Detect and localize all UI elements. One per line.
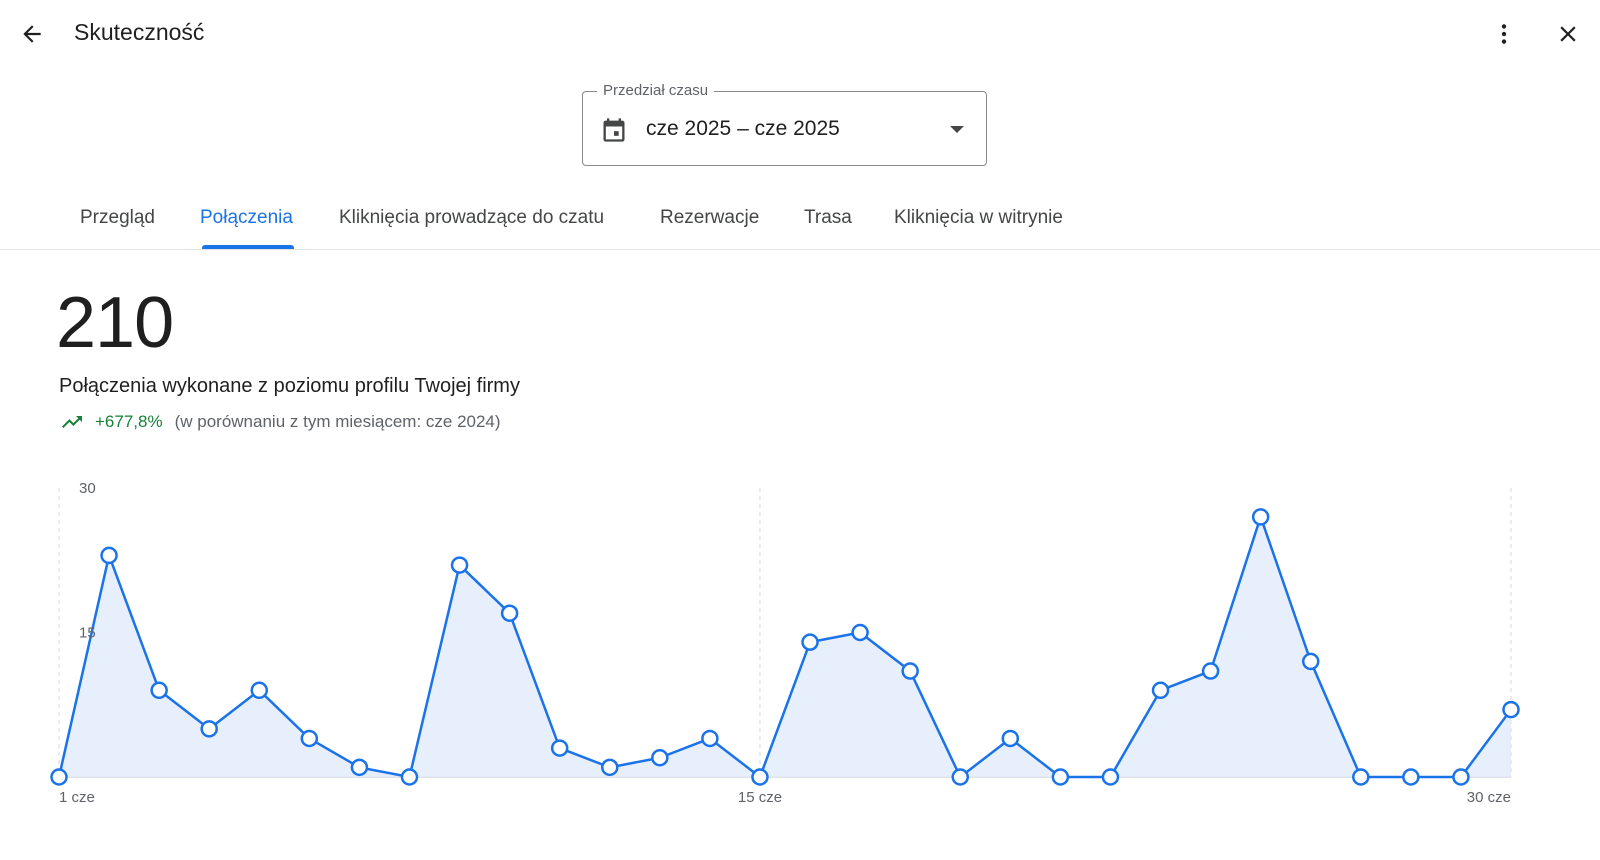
data-point (250, 681, 269, 700)
x-tick-label: 30 cze (1467, 789, 1511, 806)
active-tab-indicator (202, 245, 294, 249)
date-range-value: cze 2025 – cze 2025 (646, 117, 840, 140)
data-point (200, 720, 218, 738)
data-point (951, 768, 969, 786)
data-point (701, 729, 719, 748)
page-title: Skuteczność (74, 19, 205, 45)
trend-row: +677,8% (w porównaniu z tym miesiącem: c… (59, 410, 501, 434)
data-point (1201, 662, 1220, 680)
more-vert-icon (1501, 24, 1507, 44)
data-point (400, 768, 419, 786)
x-tick-label: 1 cze (59, 789, 95, 806)
tab-polaczenia[interactable]: Połączenia (200, 207, 293, 229)
data-point (150, 681, 168, 700)
tab-trasa[interactable]: Trasa (804, 207, 852, 229)
data-point (100, 546, 118, 565)
data-point (1051, 768, 1070, 786)
data-point (901, 662, 919, 680)
series-area (59, 516, 1511, 777)
back-button[interactable] (10, 12, 54, 56)
tab-klikniecia-witryna[interactable]: Kliknięcia w witrynie (894, 207, 1063, 229)
y-tick-label: 15 (79, 625, 96, 642)
data-point (1101, 768, 1120, 786)
data-point (1502, 700, 1520, 719)
data-point (801, 633, 819, 651)
calls-area-chart: 30 15 1 cze 15 cze 30 cze (50, 480, 1520, 806)
trend-comparison: (w porównaniu z tym miesiącem: cze 2024) (174, 412, 501, 431)
data-point (1001, 729, 1020, 748)
close-button[interactable] (1546, 12, 1590, 56)
x-tick-label: 15 cze (738, 789, 782, 806)
data-point (601, 758, 619, 777)
date-range-select[interactable]: Przedział czasu cze 2025 – cze 2025 (582, 82, 987, 166)
tab-bar: Przegląd Połączenia Kliknięcia prowadząc… (0, 190, 1600, 250)
data-point (450, 556, 469, 574)
arrow-drop-down-icon (950, 126, 964, 133)
data-point (550, 739, 569, 757)
tab-przeglad[interactable]: Przegląd (80, 207, 155, 229)
y-tick-label: 30 (79, 480, 96, 497)
data-point (1151, 681, 1170, 700)
metric-description: Połączenia wykonane z poziomu profilu Tw… (59, 375, 520, 397)
data-point (300, 729, 319, 748)
data-point (1452, 768, 1470, 786)
data-point (1251, 508, 1270, 526)
calendar-icon (603, 118, 625, 142)
arrow-back-icon (23, 25, 41, 43)
data-point (1352, 768, 1370, 786)
data-point (500, 604, 519, 622)
data-point (350, 758, 369, 777)
more-options-button[interactable] (1482, 12, 1526, 56)
tab-rezerwacje[interactable]: Rezerwacje (660, 207, 759, 229)
data-point (1301, 652, 1320, 671)
date-range-label: Przedział czasu (597, 82, 715, 99)
data-point (1402, 768, 1420, 786)
trend-change: +677,8% (95, 412, 163, 431)
data-point (50, 768, 68, 786)
tab-klikniecia-czat[interactable]: Kliknięcia prowadzące do czatu (339, 207, 604, 229)
data-point (751, 768, 769, 786)
data-point (851, 623, 869, 642)
total-calls-value: 210 (56, 283, 174, 363)
close-icon (1560, 26, 1576, 42)
trending-up-icon (62, 416, 82, 428)
data-point (651, 748, 669, 767)
top-app-bar: Skuteczność (0, 0, 1600, 68)
